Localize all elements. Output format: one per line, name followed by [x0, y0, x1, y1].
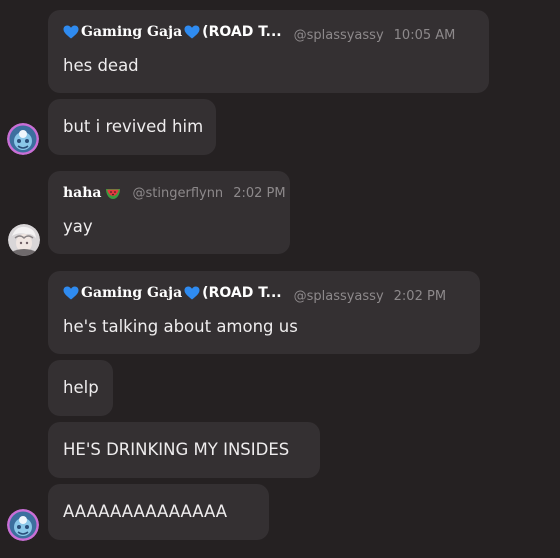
message-text: hes dead	[63, 56, 139, 75]
message-timestamp: 2:02 PM	[233, 186, 286, 201]
message-text: AAAAAAAAAAAAAA	[63, 502, 227, 521]
author-name[interactable]: haha	[63, 185, 121, 201]
watermelon-icon	[105, 188, 120, 199]
avatar-image	[7, 509, 39, 541]
author-handle[interactable]: @splassyassy	[294, 289, 384, 304]
message-bubble-1[interactable]: Gaming Gaja (ROAD T... @splassyassy 10:0…	[48, 10, 489, 93]
blue-heart-icon	[184, 286, 200, 300]
message-bubble-4[interactable]: Gaming Gaja (ROAD T... @splassyassy 2:02…	[48, 271, 480, 354]
message-text: HE'S DRINKING MY INSIDES	[63, 440, 290, 459]
message-header: Gaming Gaja (ROAD T... @splassyassy 2:02…	[63, 285, 446, 304]
message-header: haha @stingerflynn 2:02 PM	[63, 185, 286, 201]
author-handle[interactable]: @splassyassy	[294, 28, 384, 43]
blue-heart-icon	[63, 25, 79, 39]
blue-heart-icon	[184, 25, 200, 39]
author-name[interactable]: Gaming Gaja (ROAD T...	[63, 285, 282, 301]
avatar-image	[8, 224, 40, 256]
blue-heart-icon	[63, 286, 79, 300]
author-suffix: (ROAD T...	[202, 24, 282, 40]
message-text: yay	[63, 217, 93, 236]
author-name-text: Gaming Gaja	[81, 285, 183, 301]
author-handle[interactable]: @stingerflynn	[133, 186, 224, 201]
message-bubble-2[interactable]: but i revived him	[48, 99, 216, 155]
message-timestamp: 2:02 PM	[393, 289, 447, 304]
message-bubble-6[interactable]: HE'S DRINKING MY INSIDES	[48, 422, 320, 478]
message-header: Gaming Gaja (ROAD T... @splassyassy 10:0…	[63, 24, 455, 43]
message-timestamp: 10:05 AM	[393, 28, 456, 43]
avatar[interactable]	[7, 509, 39, 541]
avatar[interactable]	[8, 224, 40, 256]
author-name-text: haha	[63, 185, 102, 201]
message-bubble-5[interactable]: help	[48, 360, 113, 416]
message-bubble-7[interactable]: AAAAAAAAAAAAAA	[48, 484, 269, 540]
avatar[interactable]	[7, 123, 39, 155]
message-text: help	[63, 378, 99, 397]
avatar-image	[7, 123, 39, 155]
author-suffix: (ROAD T...	[202, 285, 282, 301]
message-bubble-3[interactable]: haha @stingerflynn 2:02 PM yay	[48, 171, 290, 254]
author-name-text: Gaming Gaja	[81, 24, 183, 40]
message-text: but i revived him	[63, 117, 204, 136]
message-text: he's talking about among us	[63, 317, 298, 336]
author-name[interactable]: Gaming Gaja (ROAD T...	[63, 24, 282, 40]
